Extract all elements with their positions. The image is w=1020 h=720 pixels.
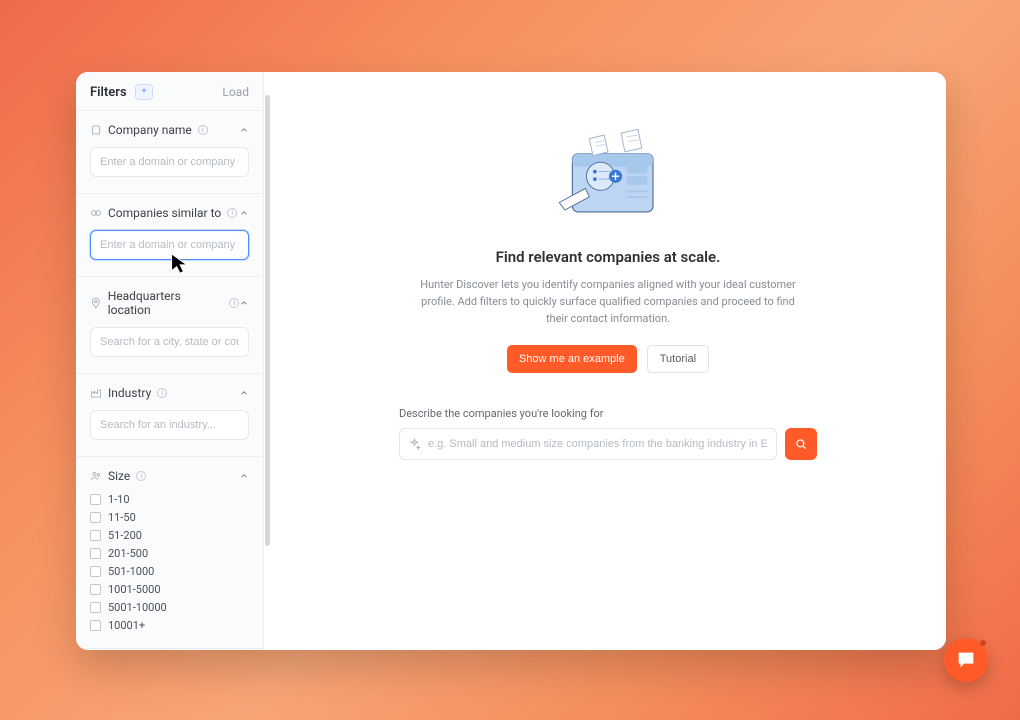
load-filters-link[interactable]: Load <box>222 85 249 99</box>
section-header-size[interactable]: Size i <box>90 469 249 483</box>
show-example-button[interactable]: Show me an example <box>507 345 637 373</box>
chevron-up-icon <box>239 208 249 218</box>
chevron-up-icon <box>239 125 249 135</box>
section-label: Company name <box>108 123 192 137</box>
section-header-similar-to[interactable]: Companies similar to i <box>90 206 249 220</box>
empty-state-hero: Find relevant companies at scale. Hunter… <box>408 120 808 373</box>
section-label: Size <box>108 469 130 483</box>
size-options-list: 1-10 11-50 51-200 201-500 501-1000 1001-… <box>90 493 249 632</box>
prompt-area: Describe the companies you're looking fo… <box>399 407 817 460</box>
chevron-up-icon <box>239 388 249 398</box>
chat-icon <box>955 649 977 671</box>
search-icon <box>794 437 808 451</box>
section-header-industry[interactable]: Industry i <box>90 386 249 400</box>
hero-title: Find relevant companies at scale. <box>408 248 808 266</box>
main-panel: Find relevant companies at scale. Hunter… <box>270 72 946 650</box>
checkbox-icon <box>90 494 101 505</box>
checkbox-icon <box>90 584 101 595</box>
size-option[interactable]: 10001+ <box>90 619 249 632</box>
checkbox-icon <box>90 530 101 541</box>
section-label: Industry <box>108 386 151 400</box>
prompt-input-wrap[interactable] <box>399 428 777 460</box>
size-option[interactable]: 501-1000 <box>90 565 249 578</box>
location-icon <box>90 297 102 309</box>
checkbox-icon <box>90 566 101 577</box>
section-label: Companies similar to <box>108 206 221 220</box>
checkbox-icon <box>90 620 101 631</box>
checkbox-icon <box>90 548 101 559</box>
similar-icon <box>90 207 102 219</box>
info-icon[interactable]: i <box>136 471 146 481</box>
sparkle-icon[interactable] <box>135 84 153 100</box>
filter-section-industry: Industry i <box>76 373 263 456</box>
illustration <box>533 120 683 230</box>
info-icon[interactable]: i <box>198 125 208 135</box>
filters-title-group: Filters <box>90 84 153 100</box>
info-icon[interactable]: i <box>227 208 237 218</box>
info-icon[interactable]: i <box>157 388 167 398</box>
app-window: Filters Load Company name i <box>76 72 946 650</box>
size-option[interactable]: 11-50 <box>90 511 249 524</box>
chevron-up-icon <box>239 298 249 308</box>
section-header-company-name[interactable]: Company name i <box>90 123 249 137</box>
similar-to-input[interactable] <box>90 230 249 260</box>
checkbox-icon <box>90 512 101 523</box>
building-icon <box>90 124 102 136</box>
section-label: Headquarters location <box>108 289 224 317</box>
prompt-label: Describe the companies you're looking fo… <box>399 407 817 420</box>
filter-section-company-type: Company type i <box>76 648 263 650</box>
filters-sidebar: Filters Load Company name i <box>76 72 264 650</box>
tutorial-button[interactable]: Tutorial <box>647 345 709 373</box>
size-option[interactable]: 5001-10000 <box>90 601 249 614</box>
industry-input[interactable] <box>90 410 249 440</box>
people-icon <box>90 470 102 482</box>
filter-section-company-name: Company name i <box>76 110 263 193</box>
checkbox-icon <box>90 602 101 613</box>
company-name-input[interactable] <box>90 147 249 177</box>
info-icon[interactable]: i <box>229 298 239 308</box>
sidebar-header: Filters Load <box>76 72 263 110</box>
hero-description: Hunter Discover lets you identify compan… <box>408 276 808 327</box>
size-option[interactable]: 51-200 <box>90 529 249 542</box>
sparkle-icon <box>408 438 421 451</box>
chevron-up-icon <box>239 471 249 481</box>
hq-location-input[interactable] <box>90 327 249 357</box>
industry-icon <box>90 387 102 399</box>
filter-section-size: Size i 1-10 11-50 51-200 201-500 501-100… <box>76 456 263 648</box>
prompt-input[interactable] <box>428 438 768 450</box>
hero-actions: Show me an example Tutorial <box>408 345 808 373</box>
filters-title: Filters <box>90 85 127 100</box>
filter-section-similar-to: Companies similar to i <box>76 193 263 276</box>
prompt-row <box>399 428 817 460</box>
prompt-submit-button[interactable] <box>785 428 817 460</box>
filter-section-hq-location: Headquarters location i <box>76 276 263 373</box>
size-option[interactable]: 1001-5000 <box>90 583 249 596</box>
size-option[interactable]: 201-500 <box>90 547 249 560</box>
size-option[interactable]: 1-10 <box>90 493 249 506</box>
chat-fab[interactable] <box>944 638 988 682</box>
section-header-hq[interactable]: Headquarters location i <box>90 289 249 317</box>
